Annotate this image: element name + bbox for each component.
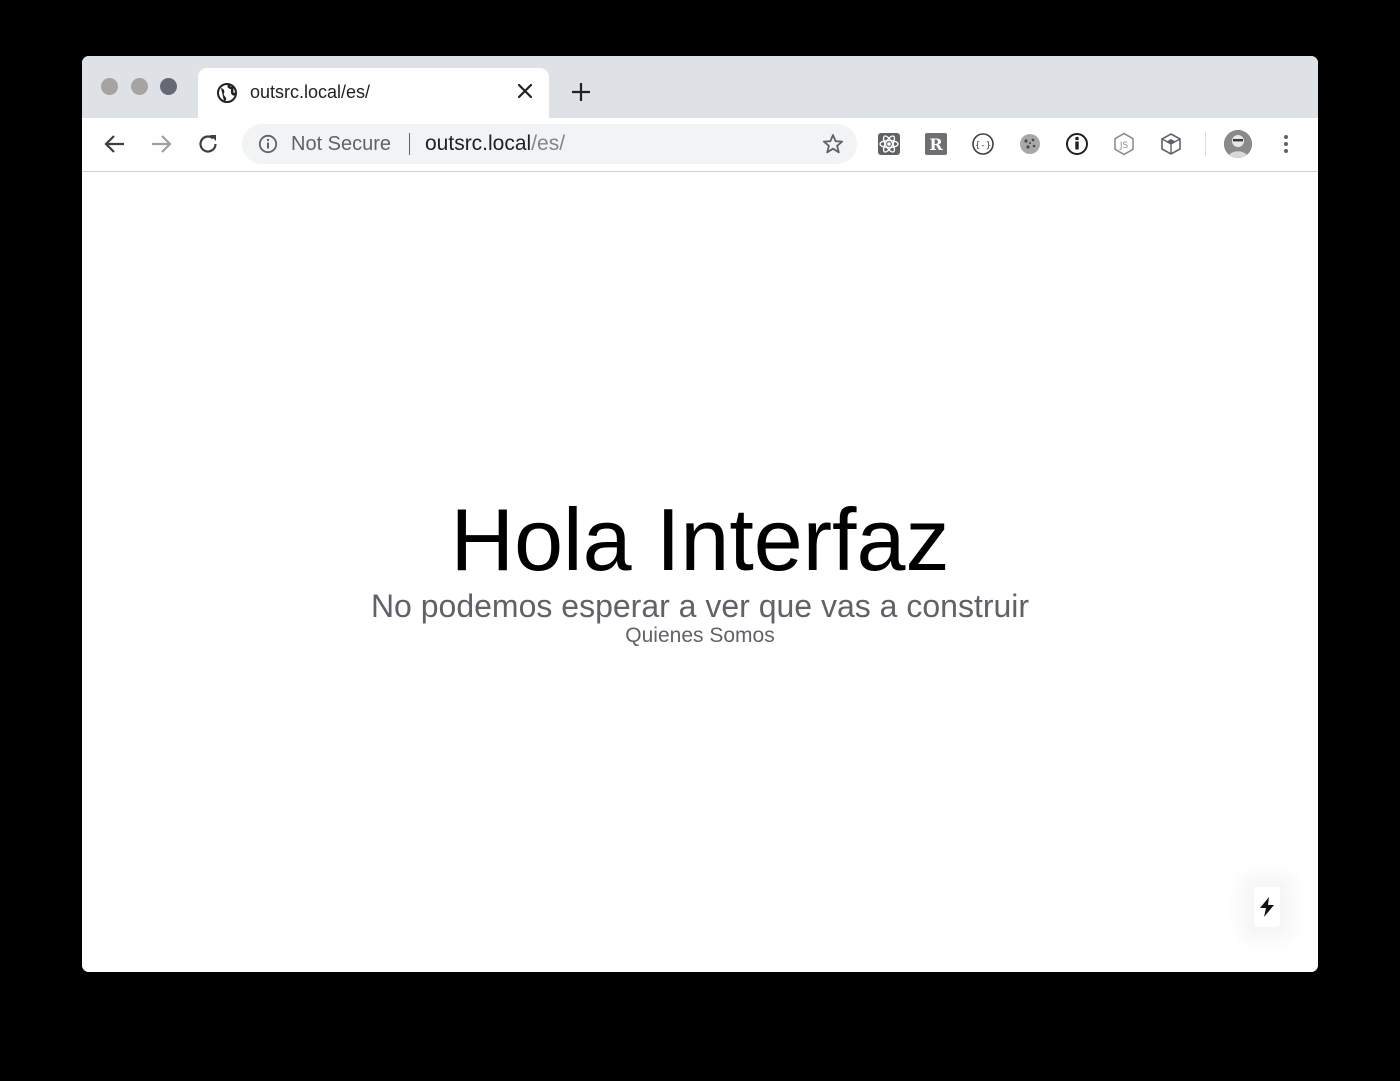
about-link[interactable]: Quienes Somos: [625, 624, 774, 648]
reload-icon[interactable]: [195, 131, 221, 157]
svg-text:JS: JS: [1119, 141, 1129, 151]
close-window-button[interactable]: [101, 78, 118, 95]
info-icon[interactable]: [258, 134, 278, 154]
kebab-menu-icon[interactable]: [1274, 132, 1298, 156]
info-extension-icon[interactable]: [1065, 132, 1089, 156]
nodejs-icon[interactable]: JS: [1112, 132, 1136, 156]
page-title: Hola Interfaz: [450, 490, 950, 589]
security-label[interactable]: Not Secure: [291, 133, 391, 156]
url-path: /es/: [531, 132, 566, 155]
omnibox-divider: [409, 133, 410, 155]
forward-icon[interactable]: [148, 131, 174, 157]
toolbar: Not Secure outsrc.local/es/ R {-} JS: [82, 118, 1318, 172]
star-icon[interactable]: [821, 132, 845, 156]
json-viewer-icon[interactable]: {-}: [971, 132, 995, 156]
tab-active[interactable]: outsrc.local/es/: [198, 68, 549, 118]
back-icon[interactable]: [102, 131, 128, 157]
hero: Hola Interfaz No podemos esperar a ver q…: [82, 492, 1318, 648]
tab-title: outsrc.local/es/: [250, 82, 371, 102]
globe-icon: [216, 82, 238, 104]
page-content: Hola Interfaz No podemos esperar a ver q…: [82, 172, 1318, 972]
avatar[interactable]: [1224, 130, 1252, 158]
maximize-window-button[interactable]: [160, 78, 177, 95]
svg-text:R: R: [929, 135, 943, 154]
url-host: outsrc.local: [425, 132, 532, 155]
address-bar[interactable]: Not Secure outsrc.local/es/: [242, 124, 857, 164]
close-tab-icon[interactable]: [514, 80, 536, 102]
browser-window: outsrc.local/es/ Not Secure outsrc.local…: [82, 56, 1318, 972]
url-text[interactable]: outsrc.local/es/: [425, 132, 565, 156]
box-extension-icon[interactable]: [1159, 132, 1183, 156]
page-subtitle: No podemos esperar a ver que vas a const…: [370, 588, 1030, 624]
tab-strip: outsrc.local/es/: [82, 56, 1318, 118]
prerender-indicator[interactable]: [1254, 887, 1280, 927]
new-tab-icon[interactable]: [569, 80, 593, 104]
minimize-window-button[interactable]: [131, 78, 148, 95]
toolbar-divider: [1205, 132, 1206, 156]
cookie-icon[interactable]: [1018, 132, 1042, 156]
svg-text:{-}: {-}: [975, 141, 991, 151]
react-devtools-icon[interactable]: [877, 132, 901, 156]
r-extension-icon[interactable]: R: [924, 132, 948, 156]
